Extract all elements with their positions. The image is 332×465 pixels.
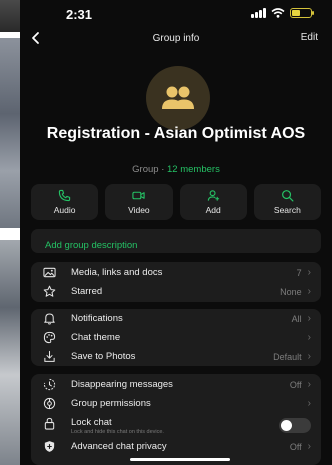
add-user-icon	[207, 190, 219, 201]
palette-icon	[43, 331, 56, 344]
battery-icon	[290, 8, 314, 18]
add-button[interactable]: Add	[179, 184, 247, 220]
audio-button[interactable]: Audio	[31, 184, 99, 220]
signal-icon	[251, 8, 266, 18]
chevron-right-icon: ›	[307, 351, 311, 362]
notifications-value: All	[291, 313, 302, 324]
home-indicator[interactable]	[130, 458, 230, 461]
status-bar: 2:31	[20, 0, 332, 28]
privacy-section: Disappearing messages Off › Group permis…	[31, 374, 321, 465]
notifications-row[interactable]: Notifications All ›	[31, 309, 321, 328]
lock-chat-description: Lock and hide this chat on this device.	[71, 429, 164, 435]
video-icon	[132, 191, 146, 200]
timer-icon	[43, 378, 56, 391]
description-placeholder: Add group description	[45, 240, 138, 251]
phone-icon	[58, 189, 71, 202]
chevron-right-icon: ›	[307, 441, 311, 452]
advanced-chat-privacy-row[interactable]: Advanced chat privacy Off ›	[31, 437, 321, 456]
video-button-label: Video	[128, 205, 150, 215]
disappearing-messages-label: Disappearing messages	[71, 379, 173, 390]
save-icon	[44, 350, 55, 362]
group-name: Registration - Asian Optimist AOS	[46, 125, 306, 142]
bell-icon	[44, 313, 55, 325]
group-members-count[interactable]: 12 members	[167, 164, 220, 175]
disappearing-messages-row[interactable]: Disappearing messages Off ›	[31, 375, 321, 394]
media-links-docs-label: Media, links and docs	[71, 267, 163, 278]
media-links-docs-row[interactable]: Media, links and docs 7 ›	[31, 263, 321, 282]
chevron-right-icon: ›	[307, 398, 311, 409]
chevron-right-icon: ›	[307, 332, 311, 343]
group-permissions-row[interactable]: Group permissions ›	[31, 394, 321, 413]
settings-section: Notifications All › Chat theme › Save to…	[31, 309, 321, 366]
disappearing-messages-value: Off	[289, 379, 302, 390]
chevron-right-icon: ›	[307, 267, 311, 278]
starred-row[interactable]: Starred None ›	[31, 282, 321, 301]
audio-button-label: Audio	[53, 205, 76, 215]
background-photo-fragment	[0, 38, 20, 228]
phone-screen: 2:31 Group info Edit Registration - Asia…	[20, 0, 332, 465]
shield-icon	[44, 441, 55, 452]
page-title: Group info	[152, 33, 200, 44]
status-time: 2:31	[66, 7, 93, 22]
search-button[interactable]: Search	[253, 184, 321, 220]
background-photo-fragment	[0, 240, 20, 465]
background-photo-fragment	[0, 0, 20, 32]
media-count: 7	[296, 267, 302, 278]
search-button-label: Search	[273, 205, 301, 215]
starred-value: None	[280, 286, 302, 297]
nav-bar: Group info Edit	[20, 28, 332, 50]
notifications-label: Notifications	[71, 313, 123, 324]
starred-label: Starred	[71, 286, 103, 297]
add-button-label: Add	[205, 205, 221, 215]
star-icon	[43, 285, 56, 297]
save-to-photos-label: Save to Photos	[71, 351, 136, 362]
edit-button[interactable]: Edit	[301, 32, 318, 43]
chat-theme-label: Chat theme	[71, 332, 121, 343]
media-section: Media, links and docs 7 › Starred None ›	[31, 262, 321, 302]
status-icons	[251, 8, 314, 18]
save-to-photos-row[interactable]: Save to Photos Default ›	[31, 347, 321, 366]
chevron-right-icon: ›	[307, 313, 311, 324]
chat-theme-row[interactable]: Chat theme ›	[31, 328, 321, 347]
chevron-right-icon: ›	[307, 379, 311, 390]
group-permissions-label: Group permissions	[71, 398, 151, 409]
settings-icon	[43, 397, 56, 410]
advanced-chat-privacy-value: Off	[289, 441, 302, 452]
action-buttons: Audio Video Add Search	[31, 184, 321, 220]
lock-chat-row: Lock chat Lock and hide this chat on thi…	[31, 413, 321, 437]
lock-chat-label: Lock chat	[71, 416, 112, 428]
save-to-photos-value: Default	[273, 351, 302, 362]
advanced-chat-privacy-label: Advanced chat privacy	[71, 441, 167, 452]
add-group-description-button[interactable]: Add group description	[31, 229, 321, 253]
lock-icon	[44, 417, 55, 430]
group-type-label: Group ·	[132, 164, 168, 175]
group-meta: Group · 12 members	[20, 164, 332, 175]
wifi-icon	[271, 8, 285, 18]
background-photo-strip	[0, 0, 20, 465]
group-avatar[interactable]	[146, 66, 210, 130]
search-icon	[281, 190, 294, 202]
chevron-right-icon: ›	[307, 286, 311, 297]
image-icon	[43, 267, 56, 278]
video-button[interactable]: Video	[105, 184, 173, 220]
lock-chat-toggle[interactable]	[279, 417, 311, 433]
group-people-icon	[162, 86, 194, 109]
